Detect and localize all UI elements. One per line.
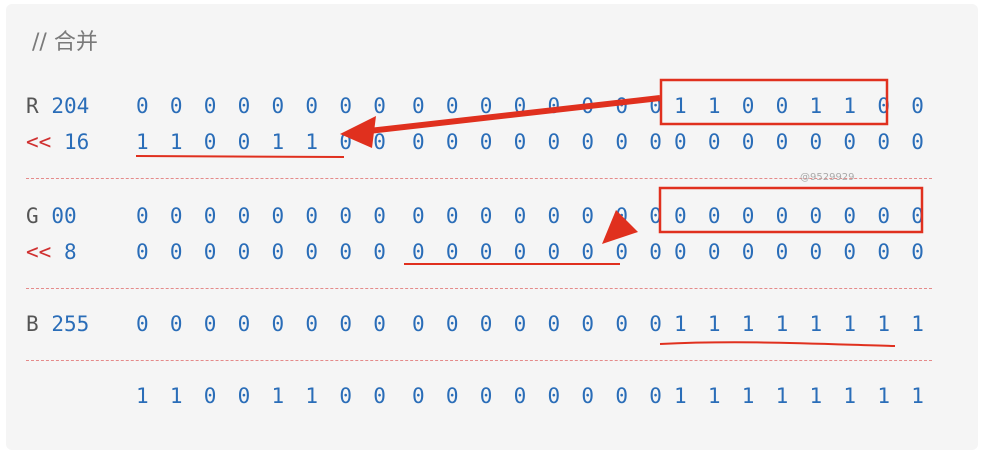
annotation-overlay (135, 78, 924, 347)
r-shift-arrow-shaft (359, 95, 661, 135)
g-byte-highlight-box (658, 186, 924, 234)
r-byte-highlight-box (659, 78, 889, 126)
g-shift-arrow-head (602, 210, 638, 244)
r-shift-arrow-head (340, 116, 376, 148)
r-shifted-underline (135, 155, 345, 158)
b-byte-underline (659, 341, 896, 347)
